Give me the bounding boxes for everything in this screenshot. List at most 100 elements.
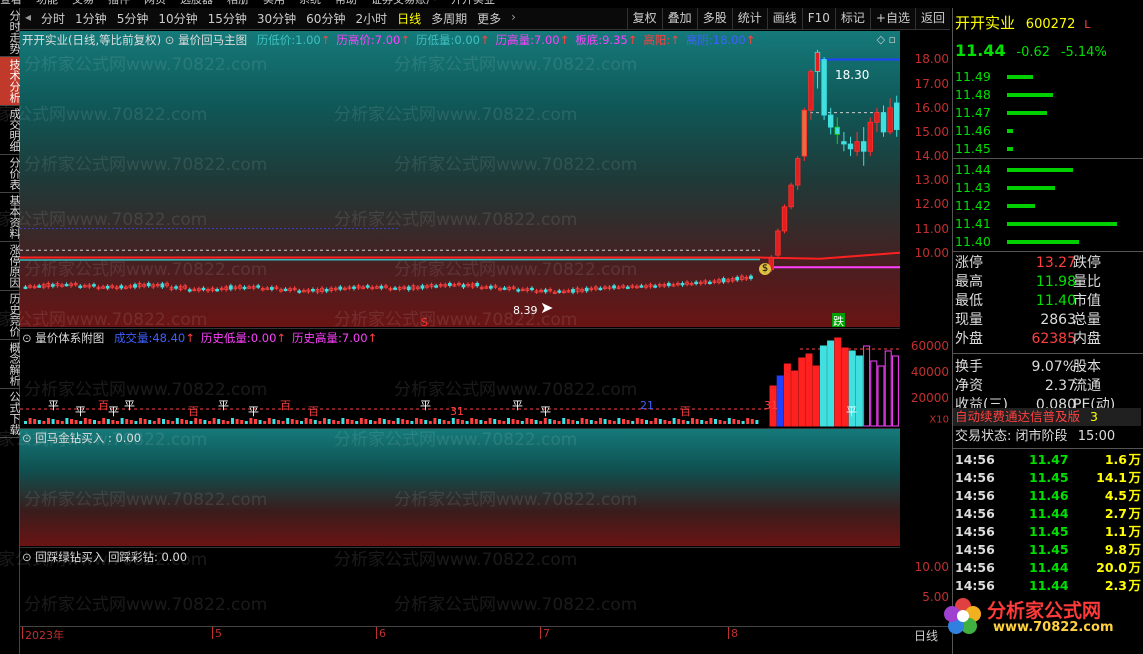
vtab-3[interactable]: 分价表 [0,155,21,193]
vol-bar [470,418,474,424]
vtab-7[interactable]: 概念解析 [0,340,21,389]
period-6[interactable]: 60分钟 [301,10,350,27]
toolbar-action-2[interactable]: 多股 [696,8,732,29]
menu-item[interactable]: 选股器 [180,0,213,5]
vol-big-bar [827,340,835,427]
main-chart-panel[interactable]: 开开实业(日线,等比前复权) ⊙ 量价回马主图 历低价:1.00↑ 历高价:7.0… [20,31,900,327]
vol-bar [254,419,257,424]
vol-bar [240,420,244,424]
menu-item[interactable]: 帮助 [335,0,357,5]
rally-candle [788,184,794,208]
tick-price: 11.44 [1029,560,1069,575]
toolbar-action-1[interactable]: 叠加 [661,8,697,29]
vtab-6[interactable]: 历史竞价 [0,291,21,340]
candle [311,289,315,292]
stat-row: 最低 11.40 市值 [955,292,1141,310]
vtab-2[interactable]: 成交明细 [0,106,21,155]
toolbar-action-0[interactable]: 复权 [626,8,662,29]
vol-bar [493,419,497,424]
period-0[interactable]: 分时 [36,10,70,27]
vol-big-bar [877,365,885,427]
vol-bar [208,421,211,424]
more-chevron-icon[interactable]: › [506,10,521,27]
vol-bar [364,419,368,424]
period-3[interactable]: 10分钟 [153,10,202,27]
toolbar-action-8[interactable]: 返回 [914,8,950,29]
menu-item[interactable]: 交易 [72,0,94,5]
candle [571,289,575,293]
indicator-name[interactable]: 量价回马主图 [178,33,247,47]
menu-item[interactable]: 相册 [227,0,249,5]
tick-unit: 万 [1128,470,1141,485]
rally-candle [775,230,781,256]
volume-menu-icon[interactable]: ⊙ [22,331,32,345]
candle [23,286,28,289]
vtab-4[interactable]: 基本资料 [0,193,21,242]
vol-big-bar [819,345,827,427]
vol-bar [488,418,492,424]
chart-controls[interactable]: ◇ ▫ [877,33,896,46]
vtab-0[interactable]: 分时走势 [0,8,21,57]
vtab-1[interactable]: 技术分析 [0,57,21,106]
period-2[interactable]: 5分钟 [112,10,154,27]
menu-item[interactable]: 证券交易账户 [371,0,437,5]
tick-unit: 万 [1128,488,1141,503]
vol-bar [125,419,129,424]
menu-item[interactable]: 功能 [36,0,58,5]
vtab-8[interactable]: 公式下载 [0,389,21,438]
menu-item[interactable]: 查看 [0,0,22,5]
vol-big-bar [812,365,820,427]
stats-divider [953,251,1143,252]
field-value: 7.00 [534,33,560,47]
green-indicator-name[interactable]: 回踩绿钻买入 [35,550,104,564]
vol-bar [175,418,179,424]
period-1[interactable]: 1分钟 [70,10,112,27]
vol-mark: 平 [420,399,431,412]
period-7[interactable]: 2小时 [350,10,392,27]
vol-bar [79,421,83,424]
candle [242,286,247,290]
vol-bar [428,421,432,424]
menu-item[interactable]: 实用 [263,0,285,5]
candle [694,281,699,285]
green-menu-icon[interactable]: ⊙ [22,550,32,564]
prev-icon[interactable]: ◂ [20,10,36,27]
gold-menu-icon[interactable]: ⊙ [22,431,32,445]
tick-row: 14:56 11.44 2.7 万 [955,505,1141,523]
period-8[interactable]: 日线 [392,10,426,27]
menu-item[interactable]: 开开实业 [451,0,495,5]
volume-indicator-name[interactable]: 量价体系附图 [35,331,104,345]
vol-bar [74,420,78,424]
toolbar-action-6[interactable]: 标记 [834,8,870,29]
toolbar-action-5[interactable]: F10 [801,8,835,29]
ask-price: 11.46 [955,123,991,138]
menu-item[interactable]: 系统 [299,0,321,5]
vol-bar [419,419,423,424]
candle [174,286,178,289]
vol-bar [171,421,175,424]
candle [707,281,712,285]
period-5[interactable]: 30分钟 [252,10,301,27]
renew-banner[interactable]: 自动续费通达信普及版 3 [953,408,1141,426]
y-tick: 15.00 [914,124,949,139]
menu-item[interactable]: 网页 [144,0,166,5]
period-10[interactable]: 更多 [472,10,506,27]
stock-flag: L [1084,18,1091,31]
toolbar-action-4[interactable]: 画线 [766,8,802,29]
gold-indicator-name[interactable]: 回马金钻买入 [35,431,104,445]
candle [160,283,165,288]
vol-bar [355,421,359,424]
period-9[interactable]: 多周期 [426,10,472,27]
vol-bar [139,418,142,424]
toolbar-action-7[interactable]: +自选 [869,8,915,29]
toolbar-action-3[interactable]: 统计 [731,8,767,29]
menu-item[interactable]: 插件 [108,0,130,5]
indicator-menu-icon[interactable]: ⊙ [165,33,175,47]
vol-big-bar [776,375,784,427]
green-drill-panel[interactable]: ⊙ 回踩绿钻买入 回踩彩钻: 0.00 [20,547,900,626]
volume-panel[interactable]: ⊙ 量价体系附图 成交量:48.40↑ 历史低量:0.00↑ 历史高量:7.00↑ … [20,328,900,427]
period-4[interactable]: 15分钟 [203,10,252,27]
gold-drill-panel[interactable]: ⊙ 回马金钻买入 : 0.00 [20,428,900,546]
candlestick-chart[interactable] [20,31,900,327]
vtab-5[interactable]: 涨停原因 [0,242,21,291]
